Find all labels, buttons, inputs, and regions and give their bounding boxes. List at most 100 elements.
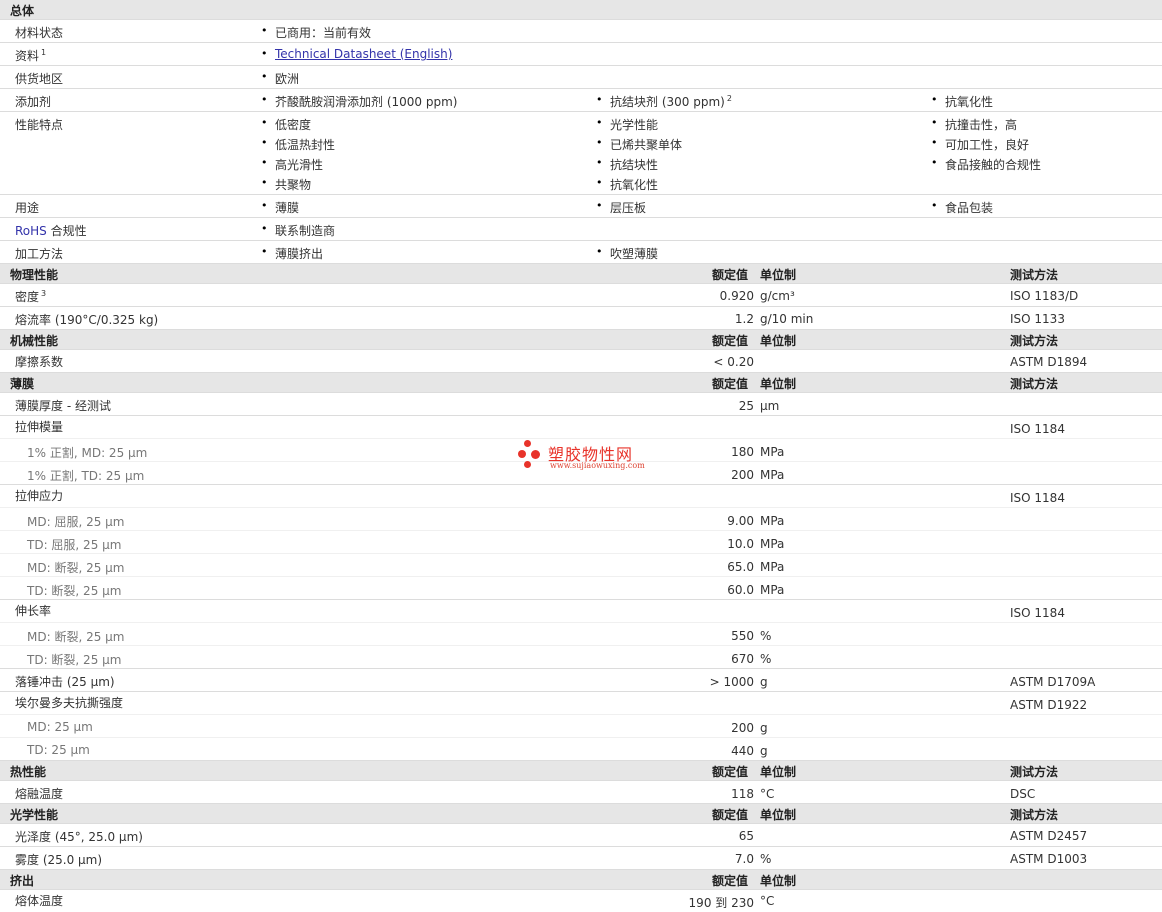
table-row: 薄膜厚度 - 经测试 25 µm bbox=[0, 393, 1162, 416]
row-value: 9.00 bbox=[727, 514, 754, 528]
feature-item: 抗撞击性，高 bbox=[931, 116, 1017, 133]
row-method: ASTM D1922 bbox=[1010, 698, 1088, 712]
row-value: 670 bbox=[731, 652, 754, 666]
row-value: 7.0 bbox=[734, 852, 754, 866]
use-item: 层压板 bbox=[596, 199, 646, 216]
section-title: 热性能 bbox=[10, 765, 47, 779]
row-method: ISO 1184 bbox=[1010, 491, 1065, 505]
feature-item: 抗氧化性 bbox=[596, 176, 658, 193]
row-additives: 添加剂 芥酸酰胺润滑添加剂 (1000 ppm) 抗结块剂 (300 ppm)2… bbox=[0, 89, 1162, 112]
section-title: 薄膜 bbox=[10, 377, 35, 391]
col-unit-header: 单位制 bbox=[760, 808, 797, 822]
table-row: TD: 断裂, 25 µm 670 % bbox=[0, 646, 1162, 669]
table-row: 伸长率 ISO 1184 bbox=[0, 600, 1162, 623]
row-label: 材料状态 bbox=[15, 26, 64, 40]
row-unit: g bbox=[760, 721, 768, 735]
row-unit: °C bbox=[760, 894, 775, 908]
section-header-mechanical: 机械性能 额定值 单位制 测试方法 bbox=[0, 330, 1162, 350]
row-unit: MPa bbox=[760, 445, 785, 459]
col-value-header: 额定值 bbox=[712, 808, 749, 822]
table-row: 雾度 (25.0 µm) 7.0 % ASTM D1003 bbox=[0, 847, 1162, 870]
row-value: > 1000 bbox=[709, 675, 754, 689]
row-value: 550 bbox=[731, 629, 754, 643]
section-header-extrusion: 挤出 额定值 单位制 bbox=[0, 870, 1162, 890]
row-label: MD: 25 µm bbox=[27, 720, 93, 734]
table-row: MD: 断裂, 25 µm 65.0 MPa bbox=[0, 554, 1162, 577]
section-title: 机械性能 bbox=[10, 334, 59, 348]
row-value: 440 bbox=[731, 744, 754, 758]
row-unit: % bbox=[760, 652, 772, 666]
rohs-link[interactable]: RoHS bbox=[15, 224, 47, 238]
row-region: 供货地区 欧洲 bbox=[0, 66, 1162, 89]
table-row: TD: 屈服, 25 µm 10.0 MPa bbox=[0, 531, 1162, 554]
row-value: < 0.20 bbox=[713, 355, 754, 369]
row-method: DSC bbox=[1010, 787, 1036, 801]
row-value: 60.0 bbox=[727, 583, 754, 597]
table-row: 埃尔曼多夫抗撕强度 ASTM D1922 bbox=[0, 692, 1162, 715]
row-value: 薄膜挤出 bbox=[261, 245, 323, 262]
table-row: TD: 25 µm 440 g bbox=[0, 738, 1162, 761]
table-row: 熔融温度 118 °C DSC bbox=[0, 781, 1162, 804]
use-item: 食品包装 bbox=[931, 199, 993, 216]
col-method-header: 测试方法 bbox=[1010, 268, 1059, 282]
row-uses: 用途 薄膜 层压板 食品包装 bbox=[0, 195, 1162, 218]
row-unit: µm bbox=[760, 399, 780, 413]
row-rohs: RoHS 合规性 联系制造商 bbox=[0, 218, 1162, 241]
table-row: TD: 断裂, 25 µm 60.0 MPa bbox=[0, 577, 1162, 600]
section-header-thermal: 热性能 额定值 单位制 测试方法 bbox=[0, 761, 1162, 781]
watermark-logo: 塑胶物性网 www.sujiaowuxing.com bbox=[518, 440, 678, 476]
table-row: MD: 屈服, 25 µm 9.00 MPa bbox=[0, 508, 1162, 531]
row-unit: g bbox=[760, 675, 768, 689]
row-value: 65.0 bbox=[727, 560, 754, 574]
row-label: MD: 断裂, 25 µm bbox=[27, 561, 125, 575]
row-features: 性能特点 低密度 光学性能 抗撞击性，高 低温热封性 已烯共聚单体 可加工性，良… bbox=[0, 112, 1162, 195]
datasheet: 总体 材料状态 已商用：当前有效 资料1 Technical Datasheet… bbox=[0, 0, 1162, 912]
row-method: ASTM D1003 bbox=[1010, 852, 1088, 866]
row-label: 熔体温度 bbox=[15, 894, 64, 908]
section-header-film: 薄膜 额定值 单位制 测试方法 bbox=[0, 373, 1162, 393]
row-label: 拉伸模量 bbox=[15, 420, 64, 434]
col-unit-header: 单位制 bbox=[760, 334, 797, 348]
row-label: 资料 1 bbox=[15, 48, 47, 63]
row-unit: % bbox=[760, 629, 772, 643]
section-title: 挤出 bbox=[10, 874, 35, 888]
section-title: 光学性能 bbox=[10, 808, 59, 822]
logo-url: www.sujiaowuxing.com bbox=[550, 461, 645, 470]
feature-item: 共聚物 bbox=[261, 176, 311, 193]
row-method: ISO 1133 bbox=[1010, 312, 1065, 326]
row-value: 吹塑薄膜 bbox=[596, 245, 658, 262]
datasheet-link[interactable]: Technical Datasheet (English) bbox=[261, 47, 452, 61]
row-label: 落锤冲击 (25 µm) bbox=[15, 675, 115, 689]
row-label: TD: 屈服, 25 µm bbox=[27, 538, 122, 552]
row-value: 联系制造商 bbox=[261, 222, 335, 239]
feature-item: 已烯共聚单体 bbox=[596, 136, 682, 153]
logo-dot-icon bbox=[531, 450, 540, 459]
feature-item: 光学性能 bbox=[596, 116, 658, 133]
row-label: 1% 正割, MD: 25 µm bbox=[27, 446, 148, 460]
col-value-header: 额定值 bbox=[712, 334, 749, 348]
row-unit: g/cm³ bbox=[760, 289, 795, 303]
col-method-header: 测试方法 bbox=[1010, 377, 1059, 391]
row-label: 熔融温度 bbox=[15, 787, 64, 801]
row-value: 10.0 bbox=[727, 537, 754, 551]
col-value-header: 额定值 bbox=[712, 765, 749, 779]
feature-item: 低密度 bbox=[261, 116, 311, 133]
row-method: ASTM D1709A bbox=[1010, 675, 1096, 689]
row-value: 欧洲 bbox=[261, 70, 299, 87]
row-material-status: 材料状态 已商用：当前有效 bbox=[0, 20, 1162, 43]
row-method: ISO 1184 bbox=[1010, 606, 1065, 620]
table-row: 拉伸模量 ISO 1184 bbox=[0, 416, 1162, 439]
row-label: 摩擦系数 bbox=[15, 355, 64, 369]
row-method: ASTM D2457 bbox=[1010, 829, 1088, 843]
col-unit-header: 单位制 bbox=[760, 377, 797, 391]
row-label: 熔流率 (190°C/0.325 kg) bbox=[15, 313, 159, 327]
row-method: ISO 1183/D bbox=[1010, 289, 1079, 303]
row-unit: g/10 min bbox=[760, 312, 814, 326]
row-label: TD: 断裂, 25 µm bbox=[27, 653, 122, 667]
row-value: 118 bbox=[731, 787, 754, 801]
row-unit: g bbox=[760, 744, 768, 758]
row-unit: MPa bbox=[760, 514, 785, 528]
section-header-overview: 总体 bbox=[0, 0, 1162, 20]
logo-dot-icon bbox=[518, 450, 526, 458]
use-item: 薄膜 bbox=[261, 199, 299, 216]
